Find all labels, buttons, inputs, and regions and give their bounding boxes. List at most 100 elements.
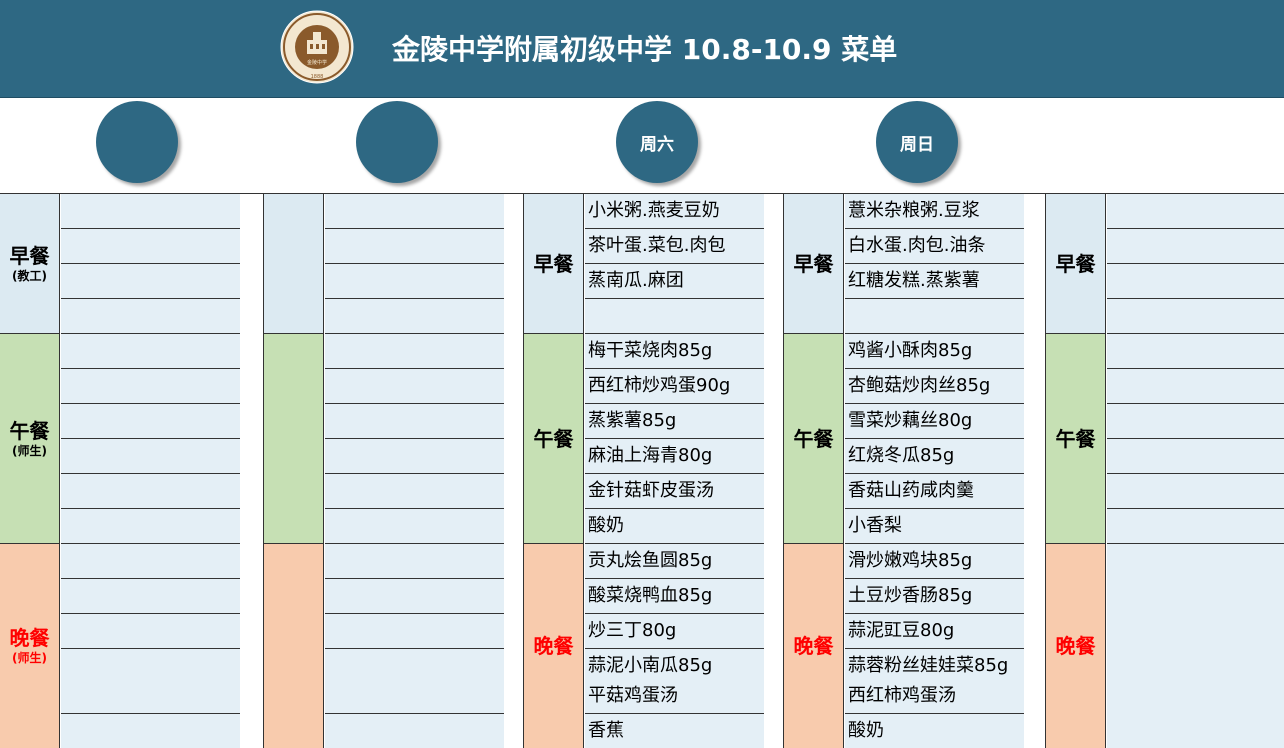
menu-item: 小米粥.燕麦豆奶	[585, 194, 764, 229]
menu-item	[325, 614, 504, 649]
menu-item	[61, 614, 240, 649]
dinner-label: 晚餐 (师生)	[0, 544, 60, 748]
menu-item	[61, 369, 240, 404]
menu-item: 西红柿炒鸡蛋90g	[585, 369, 764, 404]
menu-item: 平菇鸡蛋汤	[585, 679, 764, 714]
menu-item	[325, 264, 504, 299]
menu-item	[1107, 474, 1284, 509]
dinner-label: 晚餐	[1046, 544, 1106, 748]
menu-item	[585, 299, 764, 334]
menu-item: 梅干菜烧肉85g	[585, 334, 764, 369]
breakfast-label: 早餐	[1046, 194, 1106, 334]
menu-item	[325, 509, 504, 544]
menu-item	[61, 714, 240, 748]
menu-item	[845, 299, 1024, 334]
item-column-saturday: 小米粥.燕麦豆奶 茶叶蛋.菜包.肉包 蒸南瓜.麻团 梅干菜烧肉85g 西红柿炒鸡…	[585, 194, 764, 748]
menu-item	[325, 194, 504, 229]
item-column-sunday: 薏米杂粮粥.豆浆 白水蛋.肉包.油条 红糖发糕.蒸紫薯 鸡酱小酥肉85g 杏鲍菇…	[845, 194, 1024, 748]
menu-item	[325, 334, 504, 369]
menu-item	[61, 579, 240, 614]
menu-item: 酸奶	[845, 714, 1024, 748]
menu-item: 红糖发糕.蒸紫薯	[845, 264, 1024, 299]
menu-item	[1107, 299, 1284, 334]
lunch-label: 午餐	[524, 334, 584, 544]
day-circle-1	[96, 101, 178, 183]
menu-item: 杏鲍菇炒肉丝85g	[845, 369, 1024, 404]
menu-column-2	[263, 194, 504, 748]
menu-item: 鸡酱小酥肉85g	[845, 334, 1024, 369]
menu-item	[61, 229, 240, 264]
menu-item: 蒸紫薯85g	[585, 404, 764, 439]
menu-item: 香菇山药咸肉羹	[845, 474, 1024, 509]
menu-item	[1107, 334, 1284, 369]
menu-item	[61, 679, 240, 714]
menu-item	[325, 679, 504, 714]
menu-item	[325, 299, 504, 334]
menu-item: 小香梨	[845, 509, 1024, 544]
menu-item: 西红柿鸡蛋汤	[845, 679, 1024, 714]
menu-item	[325, 474, 504, 509]
menu-item: 香蕉	[585, 714, 764, 748]
menu-item	[61, 299, 240, 334]
menu-item	[325, 369, 504, 404]
menu-item	[61, 404, 240, 439]
day-circle-sunday: 周日	[876, 101, 958, 183]
menu-item: 金针菇虾皮蛋汤	[585, 474, 764, 509]
menu-item: 贡丸烩鱼圆85g	[585, 544, 764, 579]
breakfast-label: 早餐 (教工)	[0, 194, 60, 334]
menu-item: 蒸南瓜.麻团	[585, 264, 764, 299]
menu-item	[1107, 439, 1284, 474]
dinner-label: 晚餐	[524, 544, 584, 748]
menu-item: 酸奶	[585, 509, 764, 544]
menu-item	[61, 544, 240, 579]
page-title: 金陵中学附属初级中学 10.8-10.9 菜单	[392, 33, 898, 66]
lunch-label: 午餐	[784, 334, 844, 544]
day-circle-2	[356, 101, 438, 183]
lunch-label: 午餐	[1046, 334, 1106, 544]
menu-item	[1107, 509, 1284, 544]
menu-item	[61, 474, 240, 509]
header-banner: 金陵中学 1888 金陵中学附属初级中学 10.8-10.9 菜单	[0, 0, 1284, 98]
item-column-empty	[1107, 194, 1284, 748]
item-column-empty	[325, 194, 504, 748]
menu-item: 麻油上海青80g	[585, 439, 764, 474]
lunch-label: 午餐 (师生)	[0, 334, 60, 544]
menu-item	[61, 439, 240, 474]
breakfast-label: 早餐	[784, 194, 844, 334]
school-logo: 金陵中学 1888	[280, 10, 354, 84]
svg-text:1888: 1888	[311, 74, 324, 80]
menu-item: 土豆炒香肠85g	[845, 579, 1024, 614]
menu-item	[325, 404, 504, 439]
item-column-empty	[61, 194, 240, 748]
day-circle-saturday: 周六	[616, 101, 698, 183]
menu-column-1: 早餐 (教工) 午餐 (师生) 晚餐 (师生)	[0, 194, 244, 748]
menu-column-5: 早餐 午餐 晚餐	[1045, 194, 1284, 748]
menu-item	[61, 264, 240, 299]
svg-text:金陵中学: 金陵中学	[307, 59, 327, 66]
dinner-label: 晚餐	[784, 544, 844, 748]
menu-item	[61, 334, 240, 369]
menu-item: 薏米杂粮粥.豆浆	[845, 194, 1024, 229]
day-header-row: 周六 周日	[0, 98, 1284, 194]
menu-item	[1107, 229, 1284, 264]
menu-item: 蒜泥豇豆80g	[845, 614, 1024, 649]
dinner-label	[264, 544, 324, 748]
menu-item	[1107, 194, 1284, 229]
menu-item: 雪菜炒藕丝80g	[845, 404, 1024, 439]
breakfast-label	[264, 194, 324, 334]
menu-item	[1107, 369, 1284, 404]
menu-item: 茶叶蛋.菜包.肉包	[585, 229, 764, 264]
menu-item	[325, 439, 504, 474]
menu-column-saturday: 早餐 午餐 晚餐 小米粥.燕麦豆奶 茶叶蛋.菜包.肉包 蒸南瓜.麻团 梅干菜烧肉…	[523, 194, 764, 748]
menu-item	[1107, 404, 1284, 439]
menu-column-sunday: 早餐 午餐 晚餐 薏米杂粮粥.豆浆 白水蛋.肉包.油条 红糖发糕.蒸紫薯 鸡酱小…	[783, 194, 1026, 748]
menu-item	[61, 194, 240, 229]
menu-item	[61, 509, 240, 544]
menu-item	[325, 229, 504, 264]
menu-item	[325, 544, 504, 579]
menu-item	[1107, 264, 1284, 299]
menu-item: 酸菜烧鸭血85g	[585, 579, 764, 614]
menu-item: 红烧冬瓜85g	[845, 439, 1024, 474]
menu-item: 白水蛋.肉包.油条	[845, 229, 1024, 264]
breakfast-label: 早餐	[524, 194, 584, 334]
